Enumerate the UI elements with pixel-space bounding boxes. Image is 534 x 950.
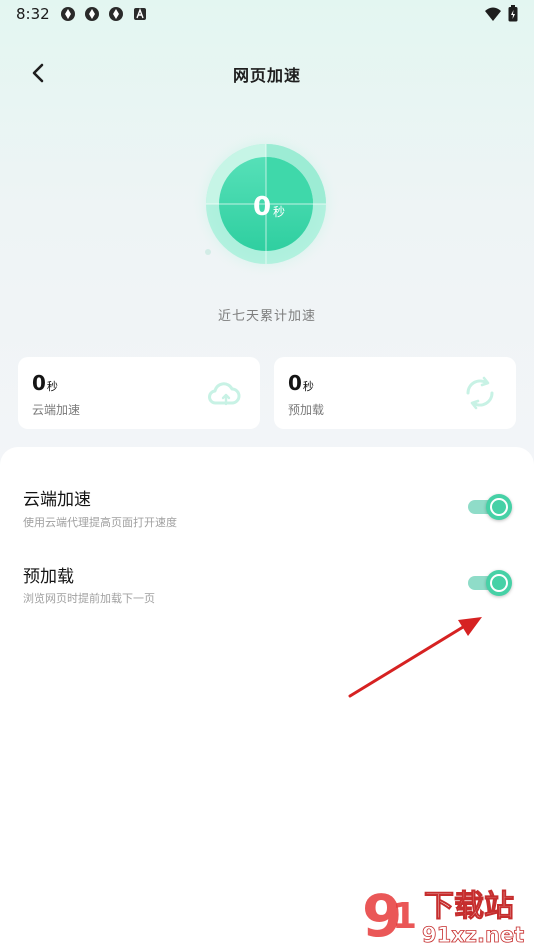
gauge-caption: 近七天累计加速 <box>217 309 316 324</box>
notification-icon <box>109 7 123 21</box>
preload-toggle[interactable] <box>466 570 512 596</box>
cloud-acceleration-card: 0秒 云端加速 <box>18 357 260 429</box>
watermark-logo: 9 1 下载站 91xz.net <box>362 882 525 950</box>
cloud-acceleration-title: 云端加速 <box>23 490 91 510</box>
card-unit: 秒 <box>302 380 314 393</box>
status-bar: 8:32 <box>0 0 534 28</box>
toggle-knob <box>486 570 512 596</box>
notification-icon <box>61 7 75 21</box>
gauge-number: 0 <box>252 192 272 222</box>
refresh-icon <box>466 376 494 410</box>
card-value: 0秒 <box>288 371 314 395</box>
gauge-value: 0 秒 <box>188 132 348 282</box>
cloud-acceleration-toggle[interactable] <box>466 494 512 520</box>
card-value: 0秒 <box>32 371 58 395</box>
card-number: 0 <box>288 371 302 395</box>
card-unit: 秒 <box>46 380 58 393</box>
svg-text:1: 1 <box>392 896 417 937</box>
toggle-knob <box>486 494 512 520</box>
card-label: 预加载 <box>288 403 325 417</box>
cloud-acceleration-description: 使用云端代理提高页面打开速度 <box>23 516 177 529</box>
preload-title: 预加载 <box>23 567 74 587</box>
watermark-url: 91xz.net <box>422 923 524 946</box>
annotation-arrow-icon <box>348 617 482 698</box>
battery-icon <box>508 5 518 22</box>
gauge-unit: 秒 <box>273 204 286 219</box>
acceleration-gauge: 0 秒 <box>188 130 352 282</box>
preload-card: 0秒 预加载 <box>274 357 516 429</box>
card-number: 0 <box>32 371 46 395</box>
cloud-icon <box>208 382 241 406</box>
notification-icon <box>85 7 99 21</box>
watermark: 9 1 下载站 91xz.net <box>362 882 530 950</box>
card-label: 云端加速 <box>32 403 81 417</box>
page-title: 网页加速 <box>232 66 301 85</box>
wifi-icon <box>485 7 501 21</box>
watermark-brand: 下载站 <box>424 889 514 924</box>
a-icon <box>134 8 146 20</box>
preload-description: 浏览网页时提前加载下一页 <box>23 592 155 605</box>
status-time: 8:32 <box>16 5 50 23</box>
